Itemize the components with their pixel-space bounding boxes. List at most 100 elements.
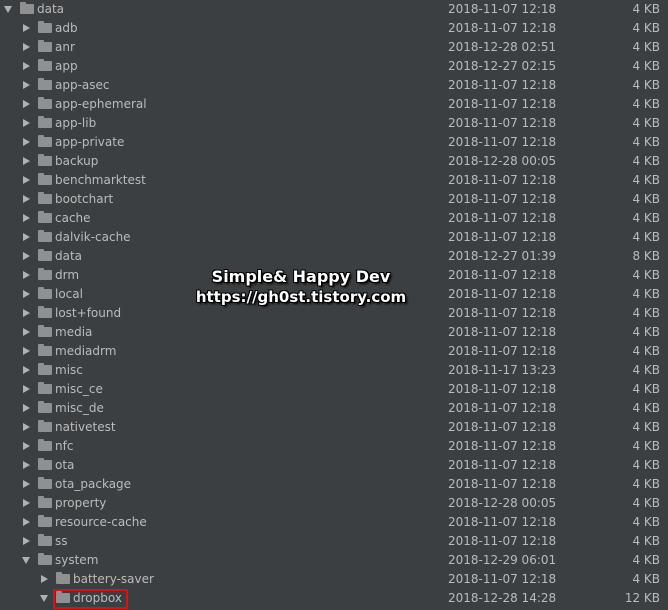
file-date: 2018-11-07 12:18 [448,21,557,35]
chevron-right-icon[interactable] [23,537,30,545]
chevron-right-icon[interactable] [23,480,30,488]
tree-row[interactable]: ota 2018-11-07 12:18 4 KB [0,456,668,475]
chevron-right-icon[interactable] [23,24,30,32]
file-name: app-asec [55,78,110,92]
file-date: 2018-11-07 12:18 [448,306,557,320]
chevron-right-icon[interactable] [23,62,30,70]
chevron-right-icon[interactable] [23,442,30,450]
file-size: 4 KB [632,173,660,187]
file-name: app-lib [55,116,97,130]
tree-row[interactable]: nativetest 2018-11-07 12:18 4 KB [0,418,668,437]
chevron-right-icon[interactable] [23,176,30,184]
folder-icon [38,306,52,318]
tree-row[interactable]: misc 2018-11-17 13:23 4 KB [0,361,668,380]
file-size: 4 KB [632,268,660,282]
file-size: 4 KB [632,306,660,320]
tree-row[interactable]: backup 2018-12-28 00:05 4 KB [0,152,668,171]
chevron-right-icon[interactable] [23,233,30,241]
chevron-right-icon[interactable] [23,404,30,412]
chevron-right-icon[interactable] [23,157,30,165]
file-date: 2018-12-28 00:05 [448,154,557,168]
tree-row[interactable]: mediadrm 2018-11-07 12:18 4 KB [0,342,668,361]
chevron-right-icon[interactable] [23,423,30,431]
chevron-right-icon[interactable] [23,309,30,317]
watermark: Simple& Happy Dev https://gh0st.tistory.… [190,267,412,307]
file-date: 2018-11-17 13:23 [448,363,557,377]
tree-row[interactable]: data 2018-12-27 01:39 8 KB [0,247,668,266]
chevron-down-icon[interactable] [22,557,30,564]
chevron-right-icon[interactable] [23,214,30,222]
file-date: 2018-11-07 12:18 [448,382,557,396]
tree-row[interactable]: app 2018-12-27 02:15 4 KB [0,57,668,76]
chevron-right-icon[interactable] [23,43,30,51]
chevron-right-icon[interactable] [23,366,30,374]
folder-icon [38,97,52,109]
chevron-right-icon[interactable] [23,100,30,108]
file-name: backup [55,154,99,168]
chevron-right-icon[interactable] [23,81,30,89]
file-name: battery-saver [73,572,154,586]
tree-row[interactable]: app-ephemeral 2018-11-07 12:18 4 KB [0,95,668,114]
tree-row[interactable]: data 2018-11-07 12:18 4 KB [0,0,668,19]
file-name: cache [55,211,91,225]
tree-row[interactable]: misc_de 2018-11-07 12:18 4 KB [0,399,668,418]
folder-icon [56,572,70,584]
tree-row[interactable]: adb 2018-11-07 12:18 4 KB [0,19,668,38]
chevron-right-icon[interactable] [23,195,30,203]
tree-row[interactable]: app-lib 2018-11-07 12:18 4 KB [0,114,668,133]
file-size: 4 KB [632,21,660,35]
tree-row[interactable]: nfc 2018-11-07 12:18 4 KB [0,437,668,456]
file-size: 4 KB [632,97,660,111]
tree-row[interactable]: dropbox 2018-12-28 14:28 12 KB [0,589,668,609]
folder-icon [38,420,52,432]
chevron-right-icon[interactable] [23,290,30,298]
chevron-down-icon[interactable] [40,595,48,602]
chevron-right-icon[interactable] [23,461,30,469]
file-name: ss [55,534,68,548]
file-size: 4 KB [632,458,660,472]
file-size: 4 KB [632,515,660,529]
file-size: 12 KB [624,591,660,605]
chevron-right-icon[interactable] [23,385,30,393]
tree-row[interactable]: benchmarktest 2018-11-07 12:18 4 KB [0,171,668,190]
file-date: 2018-12-28 14:28 [448,591,557,605]
tree-row[interactable]: ss 2018-11-07 12:18 4 KB [0,532,668,551]
tree-row[interactable]: app-asec 2018-11-07 12:18 4 KB [0,76,668,95]
chevron-right-icon[interactable] [23,518,30,526]
file-date: 2018-11-07 12:18 [448,344,557,358]
tree-row[interactable]: bootchart 2018-11-07 12:18 4 KB [0,190,668,209]
chevron-right-icon[interactable] [23,271,30,279]
watermark-line2: https://gh0st.tistory.com [195,288,407,306]
chevron-down-icon[interactable] [4,6,12,13]
chevron-right-icon[interactable] [23,347,30,355]
file-name: anr [55,40,75,54]
folder-icon [38,439,52,451]
file-date: 2018-11-07 12:18 [448,325,557,339]
file-name: mediadrm [55,344,117,358]
file-name: data [55,249,83,263]
chevron-right-icon[interactable] [41,575,48,583]
file-name: local [55,287,83,301]
tree-row[interactable]: cache 2018-11-07 12:18 4 KB [0,209,668,228]
folder-icon [38,268,52,280]
tree-row[interactable]: misc_ce 2018-11-07 12:18 4 KB [0,380,668,399]
tree-row[interactable]: dalvik-cache 2018-11-07 12:18 4 KB [0,228,668,247]
tree-row[interactable]: battery-saver 2018-11-07 12:18 4 KB [0,570,668,589]
file-size: 4 KB [632,116,660,130]
file-name: app [55,59,78,73]
tree-row[interactable]: system 2018-12-29 06:01 4 KB [0,551,668,570]
watermark-line1: Simple& Happy Dev [211,267,391,286]
tree-row[interactable]: property 2018-12-28 00:05 4 KB [0,494,668,513]
file-name: app-private [55,135,125,149]
chevron-right-icon[interactable] [23,252,30,260]
tree-row[interactable]: anr 2018-12-28 02:51 4 KB [0,38,668,57]
chevron-right-icon[interactable] [23,328,30,336]
file-name: nfc [55,439,74,453]
tree-row[interactable]: app-private 2018-11-07 12:18 4 KB [0,133,668,152]
chevron-right-icon[interactable] [23,499,30,507]
chevron-right-icon[interactable] [23,119,30,127]
tree-row[interactable]: media 2018-11-07 12:18 4 KB [0,323,668,342]
tree-row[interactable]: resource-cache 2018-11-07 12:18 4 KB [0,513,668,532]
tree-row[interactable]: ota_package 2018-11-07 12:18 4 KB [0,475,668,494]
chevron-right-icon[interactable] [23,138,30,146]
